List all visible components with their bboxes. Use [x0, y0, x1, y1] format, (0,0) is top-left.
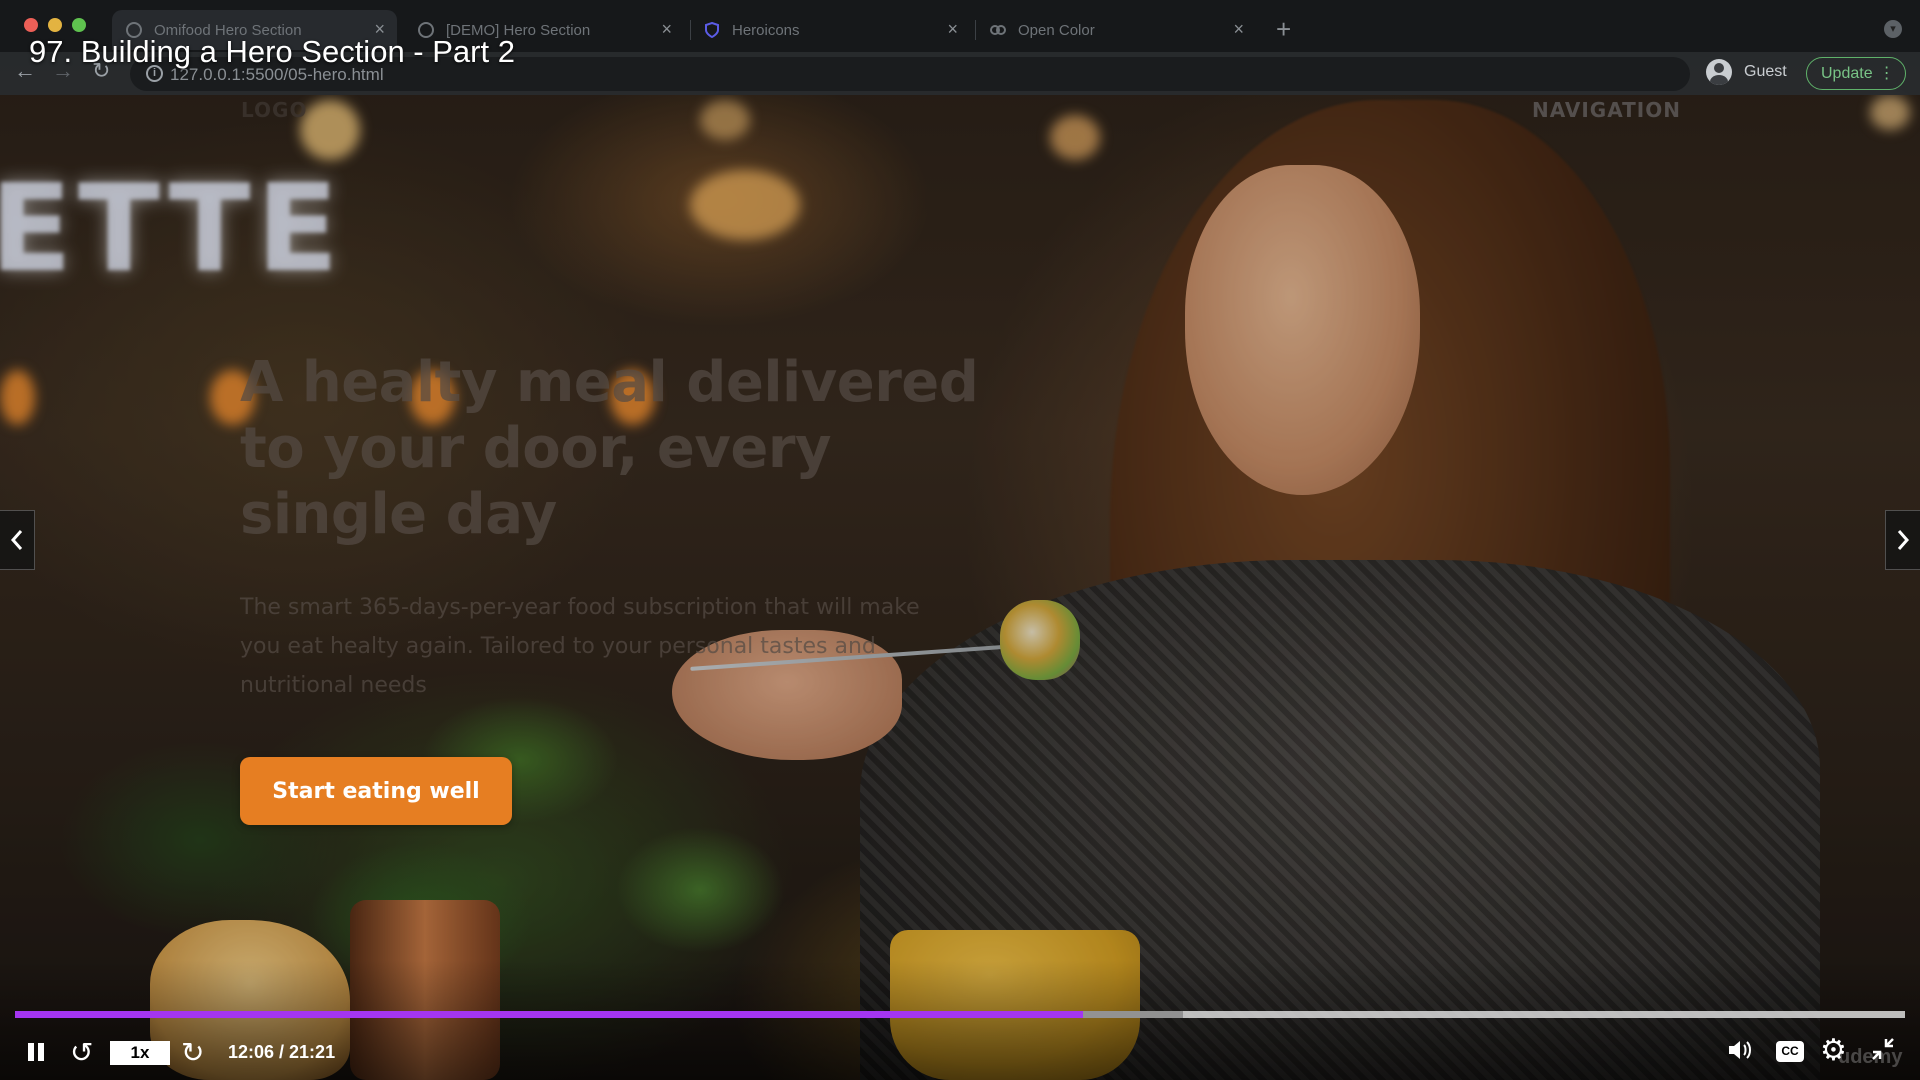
chevron-right-icon	[1897, 530, 1910, 550]
new-tab-button[interactable]: +	[1276, 14, 1291, 45]
previous-lecture-button[interactable]	[0, 510, 35, 570]
tab-label: Heroicons	[732, 21, 800, 39]
forward-5-icon[interactable]: ↻	[181, 1036, 204, 1069]
open-color-icon	[990, 22, 1006, 38]
udemy-watermark: udemy	[1838, 1046, 1903, 1068]
chevron-left-icon	[10, 530, 23, 550]
more-vert-icon: ⋮	[1878, 65, 1895, 82]
update-label: Update	[1821, 65, 1873, 82]
next-lecture-button[interactable]	[1885, 510, 1920, 570]
avatar	[1706, 59, 1732, 85]
profile-label: Guest	[1744, 63, 1787, 80]
time-display: 12:06 / 21:21	[228, 1042, 336, 1062]
lecture-title: 97. Building a Hero Section - Part 2	[29, 34, 515, 69]
progress-played	[15, 1011, 1083, 1018]
tab-heroicons[interactable]: Heroicons ×	[690, 10, 970, 50]
tab-search-button[interactable]: ▾	[1884, 20, 1902, 38]
hero-heading: A healty meal delivered to your door, ev…	[240, 350, 979, 547]
volume-icon[interactable]	[1726, 1036, 1754, 1071]
tab-label: Open Color	[1018, 21, 1095, 39]
close-icon[interactable]: ×	[661, 19, 672, 40]
profile-button[interactable]: Guest	[1706, 59, 1787, 85]
shield-icon	[704, 21, 720, 39]
captions-button[interactable]: CC	[1776, 1041, 1804, 1062]
close-window-button[interactable]	[24, 18, 38, 32]
minimize-window-button[interactable]	[48, 18, 62, 32]
hero-logo-placeholder: LOGO	[241, 98, 308, 122]
close-icon[interactable]: ×	[1233, 19, 1244, 40]
hero-description: The smart 365-days-per-year food subscri…	[240, 595, 920, 698]
hero-navigation-placeholder: NAVIGATION	[1532, 98, 1681, 122]
tab-open-color[interactable]: Open Color ×	[976, 10, 1256, 50]
close-icon[interactable]: ×	[947, 19, 958, 40]
maximize-window-button[interactable]	[72, 18, 86, 32]
pause-icon[interactable]	[26, 1041, 46, 1063]
progress-bar[interactable]	[15, 1011, 1905, 1018]
rewind-5-icon[interactable]: ↺	[70, 1036, 93, 1069]
playback-speed-button[interactable]: 1x	[110, 1041, 170, 1065]
start-eating-well-button[interactable]: Start eating well	[240, 757, 512, 825]
update-button[interactable]: Update ⋮	[1806, 57, 1906, 90]
